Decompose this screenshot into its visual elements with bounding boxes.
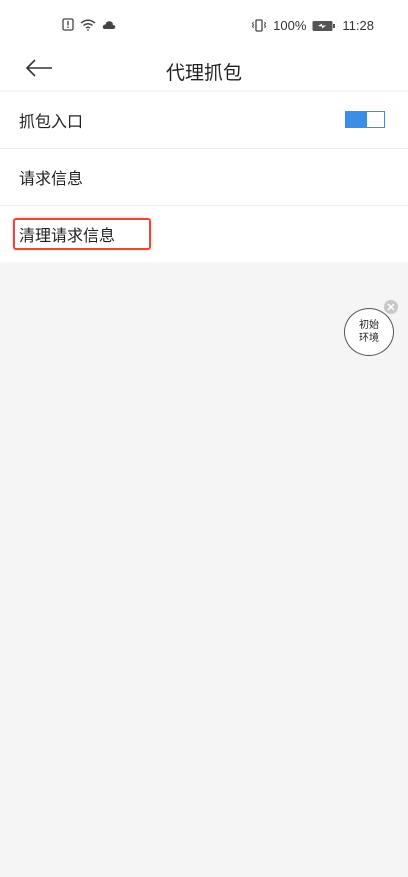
float-line2: 环境 (359, 333, 379, 344)
clock: 11:28 (342, 18, 374, 33)
initial-env-float-button[interactable]: 初始 环境 (344, 308, 394, 356)
app-header: 代理抓包 (0, 50, 408, 90)
battery-percent: 100% (273, 18, 307, 33)
vibrate-icon (251, 19, 267, 32)
page-title: 代理抓包 (165, 62, 242, 84)
clear-request-info-row[interactable]: 清理请求信息 (0, 206, 408, 262)
close-icon[interactable] (384, 300, 398, 314)
notification-icon (62, 18, 74, 31)
capture-entry-label: 抓包入口 (19, 112, 84, 131)
status-left-icons (62, 18, 116, 31)
float-line1: 初始 (359, 320, 379, 331)
capture-entry-toggle[interactable] (345, 111, 385, 128)
request-info-row[interactable]: 请求信息 (0, 149, 408, 206)
request-info-label: 请求信息 (19, 169, 84, 188)
settings-list: 抓包入口 请求信息 清理请求信息 (0, 92, 408, 262)
status-bar: 100% 11:28 (0, 0, 408, 50)
cloud-icon (102, 20, 116, 30)
clear-request-info-label: 清理请求信息 (19, 226, 116, 245)
battery-icon (312, 20, 336, 32)
wifi-icon (80, 19, 96, 31)
capture-entry-row: 抓包入口 (0, 92, 408, 149)
status-right: 100% 11:28 (251, 18, 374, 33)
toggle-on-indicator (346, 112, 367, 127)
